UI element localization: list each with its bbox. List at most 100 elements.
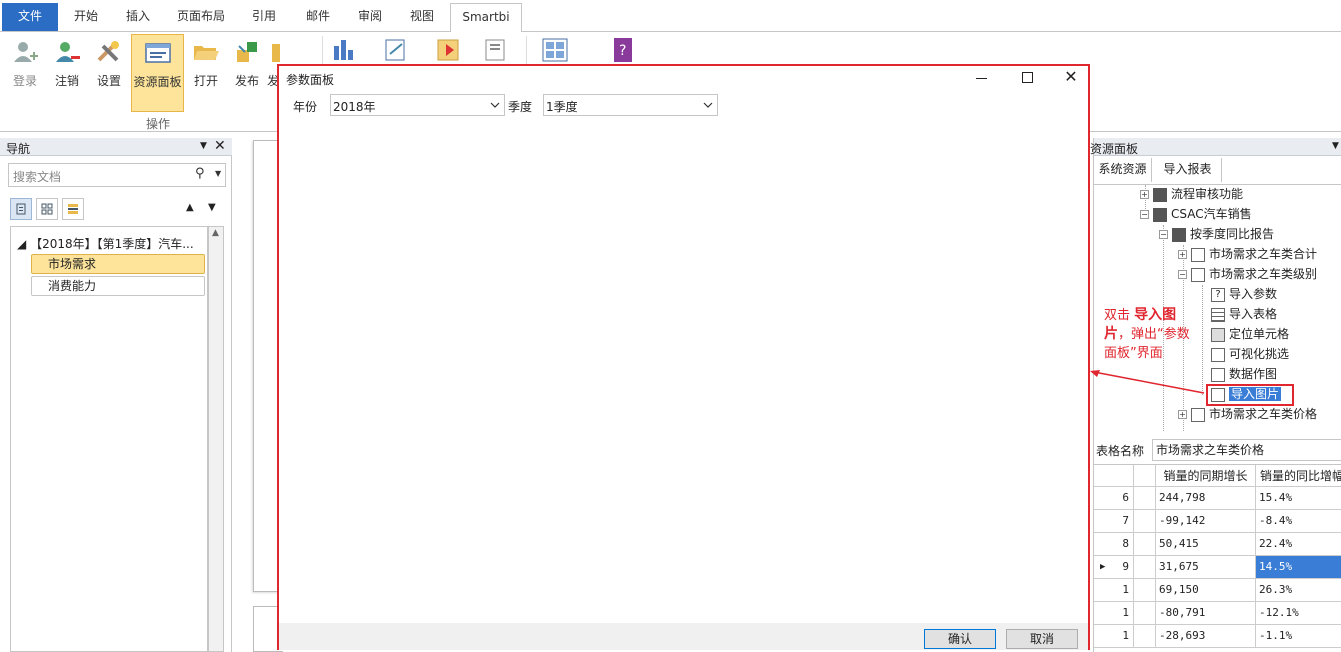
resource-options-icon[interactable]: ▼	[1332, 141, 1339, 151]
grid-cell[interactable]: 31,675	[1156, 556, 1256, 579]
resource-title: 资源面板	[1090, 142, 1139, 156]
tree-node[interactable]: − 按季度同比报告	[1159, 225, 1274, 243]
publish-button[interactable]: 发布	[226, 34, 268, 110]
login-label: 登录	[12, 74, 37, 88]
tab-review[interactable]: 审阅	[346, 3, 394, 32]
tab-file[interactable]: 文件	[2, 3, 58, 31]
report-icon	[1191, 247, 1205, 262]
grid-cell[interactable]: -8.4%	[1256, 510, 1341, 533]
quarter-select[interactable]: 1季度	[543, 94, 718, 116]
grid-cell	[1134, 556, 1156, 579]
search-icon[interactable]: ⚲	[195, 166, 205, 181]
table-name-label: 表格名称	[1096, 444, 1145, 458]
grid-icon	[542, 38, 568, 62]
chart-icon	[334, 40, 353, 60]
tab-import-report[interactable]: 导入报表	[1154, 158, 1222, 182]
grid-cell[interactable]: -12.1%	[1256, 602, 1341, 625]
collapse-icon[interactable]: −	[1178, 270, 1187, 279]
tab-mailings[interactable]: 邮件	[292, 3, 344, 32]
next-heading-icon[interactable]: ▼	[208, 202, 216, 213]
year-select[interactable]: 2018年	[330, 94, 505, 116]
tree-node[interactable]: + 流程审核功能	[1140, 185, 1243, 203]
tree-node[interactable]: 数据作图	[1211, 365, 1277, 383]
annotation-arrow	[1090, 370, 1205, 394]
settings-button[interactable]: 设置	[88, 34, 130, 110]
open-button[interactable]: 打开	[185, 34, 227, 110]
expand-icon[interactable]: +	[1140, 190, 1149, 199]
expand-icon[interactable]: +	[1178, 410, 1187, 419]
tree-node[interactable]: 定位单元格	[1211, 325, 1289, 343]
tab-view[interactable]: 视图	[398, 3, 446, 32]
nav-item-market-demand[interactable]: 市场需求	[31, 254, 205, 274]
grid-cell[interactable]: -1.1%	[1256, 625, 1341, 648]
chevron-down-icon	[490, 102, 500, 108]
expand-icon[interactable]: +	[1178, 250, 1187, 259]
tab-references[interactable]: 引用	[240, 3, 288, 32]
settings-label: 设置	[96, 74, 121, 88]
grid-cell[interactable]: 22.4%	[1256, 533, 1341, 556]
grid-cell[interactable]: 15.4%	[1256, 487, 1341, 510]
nav-scrollbar[interactable]: ▲	[208, 226, 224, 652]
nav-results-tab[interactable]	[62, 198, 84, 220]
grid-cell[interactable]: 50,415	[1156, 533, 1256, 556]
nav-options-icon[interactable]: ▼	[200, 141, 207, 151]
year-label: 年份	[293, 100, 318, 114]
resource-panel-button[interactable]: 资源面板	[131, 34, 184, 112]
tab-page-layout[interactable]: 页面布局	[166, 3, 236, 32]
minimize-button[interactable]	[969, 67, 995, 89]
quarter-label: 季度	[508, 100, 533, 114]
tree-node[interactable]: + 市场需求之车类合计	[1178, 245, 1317, 263]
tree-node[interactable]: − 市场需求之车类级别	[1178, 265, 1317, 283]
grid-header[interactable]: 销量的同比增幅	[1256, 465, 1341, 487]
previous-heading-icon[interactable]: ▲	[186, 202, 194, 213]
database-icon	[272, 44, 280, 62]
dialog-title: 参数面板	[286, 73, 335, 87]
nav-pages-tab[interactable]	[36, 198, 58, 220]
nav-close-icon[interactable]: ✕	[214, 138, 226, 154]
folder-open-icon	[194, 46, 219, 60]
nav-search-input[interactable]: 搜索文档 ⚲ ▼	[8, 163, 226, 187]
nav-item-purchasing-power[interactable]: 消费能力	[31, 276, 205, 296]
cancel-button[interactable]: 取消	[1006, 629, 1078, 649]
tree-node[interactable]: − CSAC汽车销售	[1140, 205, 1252, 223]
tools-icon	[97, 41, 119, 62]
filter-icon	[1211, 347, 1225, 362]
tab-insert[interactable]: 插入	[114, 3, 162, 32]
grid-cell[interactable]: 26.3%	[1256, 579, 1341, 602]
word-window: 文件 开始 插入 页面布局 引用 邮件 审阅 视图 Smartbi 登录 注销 …	[0, 0, 1341, 652]
grid-header[interactable]: 销量的同期增长	[1156, 465, 1256, 487]
collapse-icon[interactable]: −	[1140, 210, 1149, 219]
tree-root[interactable]: ◢ 【2018年】【第1季度】汽车...	[17, 235, 207, 252]
tab-system-resources[interactable]: 系统资源	[1094, 158, 1152, 182]
tree-node[interactable]: + 市场需求之车类价格	[1178, 405, 1317, 423]
logout-button[interactable]: 注销	[46, 34, 88, 110]
grid-cell[interactable]: 69,150	[1156, 579, 1256, 602]
tab-smartbi[interactable]: Smartbi	[450, 3, 522, 33]
thumbnails-icon	[41, 203, 53, 215]
nav-header: 导航 ▼ ✕	[0, 138, 232, 156]
tree-node[interactable]: ? 导入参数	[1211, 285, 1277, 303]
grid-cell[interactable]: -28,693	[1156, 625, 1256, 648]
grid-cell	[1134, 510, 1156, 533]
grid-cell-selected[interactable]: 14.5%	[1256, 556, 1341, 579]
confirm-button[interactable]: 确认	[924, 629, 996, 649]
grid-corner	[1094, 465, 1134, 487]
nav-headings-tab[interactable]	[10, 198, 32, 220]
tab-home[interactable]: 开始	[62, 3, 110, 32]
grid-cell[interactable]: -80,791	[1156, 602, 1256, 625]
tree-node[interactable]: 导入表格	[1211, 305, 1277, 323]
grid-cell[interactable]: -99,142	[1156, 510, 1256, 533]
report-icon	[1191, 407, 1205, 422]
collapse-icon[interactable]: ◢	[17, 237, 26, 251]
minimize-icon	[976, 78, 987, 79]
table-name-field[interactable]: 市场需求之车类价格	[1152, 439, 1341, 461]
user-add-icon	[14, 42, 38, 62]
login-button[interactable]: 登录	[4, 34, 46, 110]
close-button[interactable]: ✕	[1058, 66, 1084, 88]
chevron-down-icon[interactable]: ▼	[215, 169, 221, 178]
maximize-button[interactable]	[1015, 67, 1041, 89]
open-label: 打开	[193, 74, 218, 88]
tree-node[interactable]: 可视化挑选	[1211, 345, 1289, 363]
grid-cell[interactable]: 244,798	[1156, 487, 1256, 510]
collapse-icon[interactable]: −	[1159, 230, 1168, 239]
